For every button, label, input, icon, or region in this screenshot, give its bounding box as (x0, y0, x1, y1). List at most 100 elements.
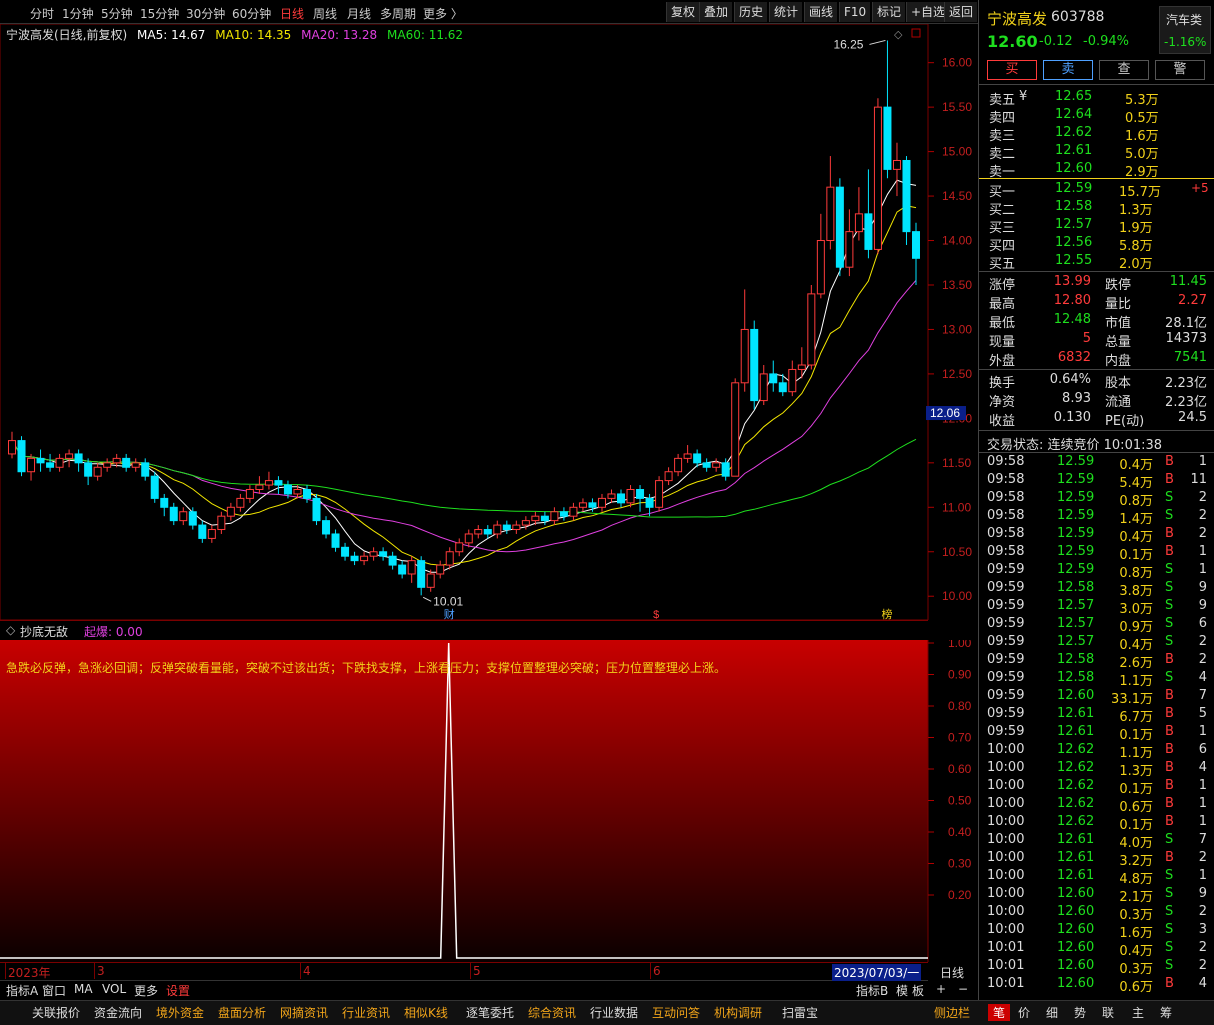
tick-row[interactable]: 10:00 12.60 0.3万 S 2 (979, 904, 1214, 923)
tick-row[interactable]: 10:00 12.60 2.1万 S 9 (979, 886, 1214, 905)
tick-row[interactable]: 10:00 12.61 3.2万 B 2 (979, 850, 1214, 869)
trade-button-2[interactable]: 查 (1099, 60, 1149, 80)
indicator-tab-4[interactable]: 更多 (134, 982, 158, 999)
tick-row[interactable]: 09:58 12.59 0.4万 B 2 (979, 526, 1214, 545)
bottom-tab-5[interactable]: 行业资讯 (342, 1004, 390, 1021)
indicator-tab-2[interactable]: MA (74, 982, 93, 996)
event-marker[interactable]: 财 (444, 607, 455, 620)
indicator-name[interactable]: 抄底无敌 (20, 623, 68, 640)
bottom-tab-9[interactable]: 行业数据 (590, 1004, 638, 1021)
side-tab-1[interactable]: 笔 (988, 1004, 1011, 1021)
chart-option-icon[interactable]: ◇ (894, 28, 903, 41)
side-tab-4[interactable]: 势 (1074, 1004, 1086, 1021)
period-tab-10[interactable]: 更多 〉 (423, 5, 463, 22)
tick-row[interactable]: 09:59 12.58 3.8万 S 9 (979, 580, 1214, 599)
tick-row[interactable]: 09:58 12.59 0.1万 B 1 (979, 544, 1214, 563)
indicator-right-tab-0[interactable]: 指标B (856, 982, 888, 999)
bottom-tab-4[interactable]: 网摘资讯 (280, 1004, 328, 1021)
bottom-tab-2[interactable]: 境外资金 (156, 1004, 204, 1021)
sell-price[interactable]: 12.60 (1055, 161, 1092, 176)
toolbar-button-2[interactable]: 历史 (734, 2, 768, 22)
sell-price[interactable]: 12.61 (1055, 143, 1092, 158)
tick-row[interactable]: 09:59 12.60 33.1万 B 7 (979, 688, 1214, 707)
tick-row[interactable]: 09:59 12.58 2.6万 B 2 (979, 652, 1214, 671)
tick-row[interactable]: 09:59 12.61 0.1万 B 1 (979, 724, 1214, 743)
event-marker[interactable]: 榜 (881, 607, 892, 620)
period-tab-1[interactable]: 1分钟 (62, 5, 94, 22)
tick-row[interactable]: 10:00 12.62 1.1万 B 6 (979, 742, 1214, 761)
toolbar-button-6[interactable]: 标记 (872, 2, 906, 22)
side-tab-7[interactable]: 筹 (1160, 1004, 1172, 1021)
period-tab-3[interactable]: 15分钟 (140, 5, 179, 22)
tick-row[interactable]: 10:00 12.62 0.1万 B 1 (979, 778, 1214, 797)
tick-row[interactable]: 10:01 12.60 0.6万 B 4 (979, 976, 1214, 995)
sell-price[interactable]: 12.62 (1055, 125, 1092, 140)
indicator-tab-1[interactable]: 窗口 (42, 982, 66, 999)
tick-row[interactable]: 10:00 12.62 0.1万 B 1 (979, 814, 1214, 833)
tick-row[interactable]: 09:58 12.59 1.4万 S 2 (979, 508, 1214, 527)
toolbar-button-1[interactable]: 叠加 (699, 2, 733, 22)
bottom-tab-7[interactable]: 逐笔委托 (466, 1004, 514, 1021)
side-tab-0[interactable]: 侧边栏 (934, 1004, 970, 1021)
buy-price[interactable]: 12.57 (1055, 217, 1092, 232)
tick-row[interactable]: 10:00 12.62 1.3万 B 4 (979, 760, 1214, 779)
toolbar-button-0[interactable]: 复权 (666, 2, 700, 22)
bottom-tab-0[interactable]: 关联报价 (32, 1004, 80, 1021)
period-tab-0[interactable]: 分时 (30, 5, 54, 22)
period-tab-8[interactable]: 月线 (347, 5, 371, 22)
indicator-tab-5[interactable]: 设置 (166, 982, 190, 999)
period-tab-7[interactable]: 周线 (313, 5, 337, 22)
toolbar-button-3[interactable]: 统计 (769, 2, 803, 22)
tick-row[interactable]: 09:58 12.59 0.8万 S 2 (979, 490, 1214, 509)
sell-price[interactable]: 12.64 (1055, 107, 1092, 122)
buy-price[interactable]: 12.56 (1055, 235, 1092, 250)
side-tab-3[interactable]: 细 (1046, 1004, 1058, 1021)
bottom-tab-12[interactable]: 扫雷宝 (782, 1004, 818, 1021)
tick-row[interactable]: 09:58 12.59 0.4万 B 1 (979, 454, 1214, 473)
period-tab-9[interactable]: 多周期 (380, 5, 416, 22)
candlestick-chart[interactable]: 16.00 15.50 15.00 14.50 14.00 13.50 13.00 12.50… (0, 24, 978, 620)
tick-row[interactable]: 10:00 12.61 4.8万 S 1 (979, 868, 1214, 887)
bottom-tab-1[interactable]: 资金流向 (94, 1004, 142, 1021)
indicator-right-tab-2[interactable]: 板 (912, 982, 924, 999)
tick-row[interactable]: 09:58 12.59 5.4万 B 11 (979, 472, 1214, 491)
period-tab-2[interactable]: 5分钟 (101, 5, 133, 22)
buy-price[interactable]: 12.55 (1055, 253, 1092, 268)
toolbar-button-4[interactable]: 画线 (804, 2, 838, 22)
period-tab-6[interactable]: 日线 (280, 5, 304, 22)
tick-row[interactable]: 09:59 12.57 3.0万 S 9 (979, 598, 1214, 617)
period-tab-4[interactable]: 30分钟 (186, 5, 225, 22)
toolbar-button-8[interactable]: 返回 (944, 2, 978, 22)
bottom-tab-3[interactable]: 盘面分析 (218, 1004, 266, 1021)
side-tab-5[interactable]: 联 (1102, 1004, 1114, 1021)
trade-button-1[interactable]: 卖 (1043, 60, 1093, 80)
indicator-right-tab-4[interactable]: − (958, 982, 968, 996)
buy-price[interactable]: 12.58 (1055, 199, 1092, 214)
bottom-tab-10[interactable]: 互动问答 (652, 1004, 700, 1021)
tick-row[interactable]: 10:00 12.60 1.6万 S 3 (979, 922, 1214, 941)
tick-row[interactable]: 10:01 12.60 0.4万 S 2 (979, 940, 1214, 959)
tick-row[interactable]: 09:59 12.57 0.9万 S 6 (979, 616, 1214, 635)
sell-price[interactable]: 12.65 (1055, 89, 1092, 104)
event-marker[interactable]: $ (653, 609, 659, 620)
period-label[interactable]: 日线 (940, 964, 964, 981)
period-tab-5[interactable]: 60分钟 (232, 5, 271, 22)
toolbar-button-5[interactable]: F10 (839, 2, 871, 22)
buy-price[interactable]: 12.59 (1055, 181, 1092, 196)
tick-row[interactable]: 09:59 12.58 1.1万 S 4 (979, 670, 1214, 689)
bottom-tab-11[interactable]: 机构调研 (714, 1004, 762, 1021)
side-tab-6[interactable]: 主 (1132, 1004, 1144, 1021)
indicator-right-tab-1[interactable]: 模 (896, 982, 908, 999)
tick-row[interactable]: 10:00 12.62 0.6万 B 1 (979, 796, 1214, 815)
tick-row[interactable]: 10:00 12.61 4.0万 S 7 (979, 832, 1214, 851)
tick-row[interactable]: 09:59 12.61 6.7万 B 5 (979, 706, 1214, 725)
collapse-icon[interactable]: ◇ (6, 623, 15, 637)
indicator-tab-3[interactable]: VOL (102, 982, 126, 996)
side-tab-2[interactable]: 价 (1018, 1004, 1030, 1021)
trade-button-3[interactable]: 警 (1155, 60, 1205, 80)
indicator-right-tab-3[interactable]: + (936, 982, 946, 996)
indicator-tab-0[interactable]: 指标A (6, 982, 38, 999)
bottom-tab-8[interactable]: 综合资讯 (528, 1004, 576, 1021)
tick-row[interactable]: 09:59 12.59 0.8万 S 1 (979, 562, 1214, 581)
indicator-chart[interactable]: 1.00 0.90 0.80 0.70 0.60 0.50 0.40 0.30 0.20 (0, 640, 978, 962)
